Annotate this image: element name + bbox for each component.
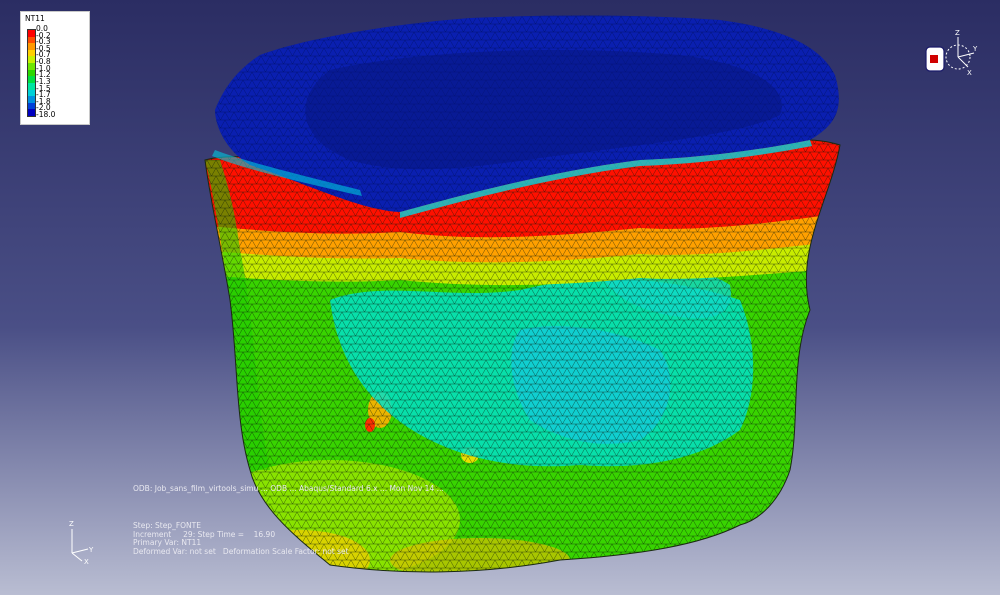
color-legend: NT11 0.0 -0.2 -0.3 -0.5 -0.7 -0.8 -1.0 -1.2 -1.3… <box>20 11 90 125</box>
view-cube-icon[interactable]: Z Y X <box>920 25 980 85</box>
step-info: Step: Step_FONTE Increment 29: Step Time … <box>133 521 349 556</box>
mesh-model[interactable] <box>0 0 1000 595</box>
triad-x-label: X <box>84 558 89 565</box>
view-y-label: Y <box>972 45 978 53</box>
view-x-label: X <box>967 69 972 77</box>
legend-color-cell <box>28 109 35 117</box>
deformed-var-label: Deformed Var: not set Deformation Scale … <box>133 546 349 556</box>
axis-triad-icon: Z Y X <box>69 520 94 565</box>
triad-y-label: Y <box>88 546 94 554</box>
viewport[interactable]: NT11 0.0 -0.2 -0.3 -0.5 -0.7 -0.8 -1.0 -1.2 -1.3… <box>0 0 1000 595</box>
view-z-label: Z <box>955 29 960 37</box>
legend-title: NT11 <box>25 14 45 23</box>
legend-color-bar <box>27 29 36 117</box>
triad-z-label: Z <box>69 520 74 528</box>
odb-info-line: ODB: Job_sans_film_virtools_simu ... ODB… <box>133 484 444 493</box>
legend-value-label: -18.0 <box>36 110 56 119</box>
